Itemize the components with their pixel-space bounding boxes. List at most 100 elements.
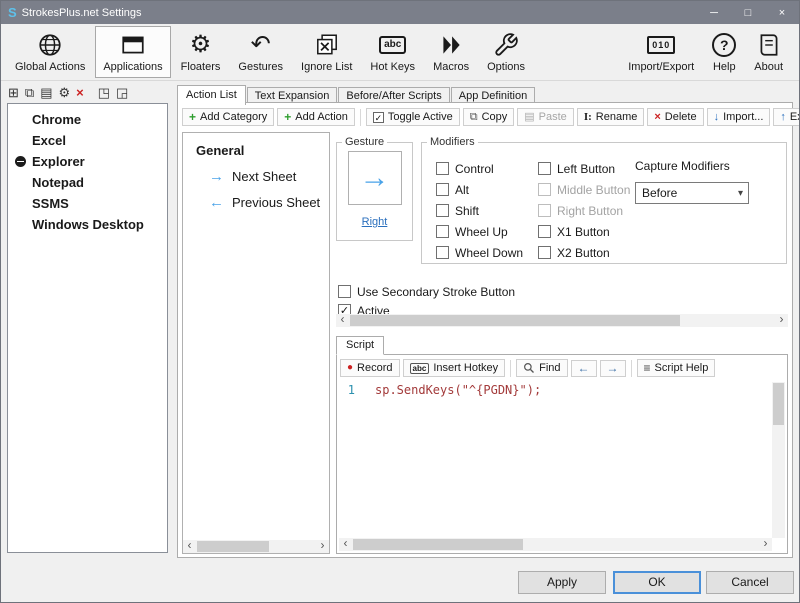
tab-script[interactable]: Script [336,336,384,355]
navigate-forward-button[interactable]: → [600,360,626,377]
toolbar-label: About [754,61,783,73]
scroll-left-icon[interactable]: ‹ [183,540,196,553]
app-list-item-explorer[interactable]: Explorer [8,151,167,172]
toolbar-global-actions[interactable]: Global Actions [7,26,93,78]
checkbox-label: Middle Button [557,183,630,197]
application-list[interactable]: Chrome Excel Explorer Notepad SSMS Windo… [7,103,168,553]
button-label: Insert Hotkey [433,362,498,374]
scroll-thumb[interactable] [350,315,680,326]
checkbox-control[interactable]: Control [436,158,523,179]
editor-vertical-scrollbar[interactable] [772,382,785,538]
abc-key-icon: abc [379,31,406,59]
cancel-button[interactable]: Cancel [706,571,794,594]
checkbox-label: Use Secondary Stroke Button [357,285,515,299]
checkbox-shift[interactable]: Shift [436,200,523,221]
app-list-item-chrome[interactable]: Chrome [8,109,167,130]
app-list-item-excel[interactable]: Excel [8,130,167,151]
restore-window-icon[interactable]: ◲ [116,85,128,100]
export-button[interactable]: ↑Export... [773,108,800,126]
gesture-right-link[interactable]: Right [337,216,412,228]
paste-button[interactable]: ▤Paste [517,108,574,126]
find-button[interactable]: Find [516,359,567,377]
toolbar-label: Ignore List [301,61,352,73]
checkbox-wheel-up[interactable]: Wheel Up [436,221,523,242]
toolbar-options[interactable]: Options [479,26,533,78]
scroll-right-icon[interactable]: › [759,538,772,551]
button-label: Find [539,362,560,374]
left-arrow-icon: ← [209,196,224,210]
ok-button[interactable]: OK [613,571,701,594]
toolbar-ignore-list[interactable]: Ignore List [293,26,360,78]
toolbar-label: Options [487,61,525,73]
settings-window: S StrokesPlus.net Settings ─ □ × Global … [0,0,800,603]
question-circle-icon: ? [712,31,736,59]
app-list-item-windows-desktop[interactable]: Windows Desktop [8,214,167,235]
app-list-item-ssms[interactable]: SSMS [8,193,167,214]
settings-icon[interactable]: ⚙ [59,85,71,100]
toolbar-gestures[interactable]: ↶ Gestures [230,26,291,78]
scroll-left-icon[interactable]: ‹ [339,538,352,551]
gesture-legend: Gesture [342,136,387,148]
toggle-active-button[interactable]: ✓Toggle Active [366,108,460,126]
scroll-thumb[interactable] [197,541,269,552]
scroll-left-icon[interactable]: ‹ [336,314,349,327]
tree-item-next-sheet[interactable]: → Next Sheet [183,169,329,184]
checkbox-wheel-down[interactable]: Wheel Down [436,242,523,263]
close-button[interactable]: × [765,1,799,24]
toolbar-import-export[interactable]: 010 Import/Export [620,26,702,78]
checkbox-x1-button[interactable]: X1 Button [538,221,630,242]
editor-horizontal-scrollbar[interactable]: ‹ › [339,538,772,551]
separator [510,360,511,377]
line-number: 1 [339,382,361,398]
minimize-button[interactable]: ─ [697,1,731,24]
collapse-icon[interactable] [15,156,26,167]
toolbar-about[interactable]: About [746,26,791,78]
insert-hotkey-button[interactable]: abcInsert Hotkey [403,359,506,377]
checkbox-icon: ✓ [373,112,384,123]
scroll-thumb[interactable] [353,539,523,550]
expand-window-icon[interactable]: ◳ [98,85,110,100]
button-label: Script Help [655,362,709,374]
checkbox-x2-button[interactable]: X2 Button [538,242,630,263]
separator [360,109,361,126]
script-help-button[interactable]: ≡Script Help [637,359,716,377]
checkbox-icon [436,204,449,217]
action-tree[interactable]: General → Next Sheet ← Previous Sheet ‹ … [182,132,330,554]
modifiers-column-2: Left Button Middle Button Right Button X… [538,158,630,263]
new-action-icon[interactable]: ⊞ [8,85,19,100]
scroll-thumb[interactable] [773,383,784,425]
paste-icon[interactable]: ▤ [40,85,52,100]
tree-item-previous-sheet[interactable]: ← Previous Sheet [183,195,329,210]
delete-icon[interactable]: × [76,85,84,100]
capture-modifiers-dropdown[interactable]: Before ▾ [635,182,749,204]
toolbar-floaters[interactable]: ⚙ Floaters [173,26,229,78]
toolbar-help[interactable]: ? Help [704,26,744,78]
add-action-button[interactable]: +Add Action [277,108,355,126]
toolbar-hot-keys[interactable]: abc Hot Keys [362,26,423,78]
checkbox-alt[interactable]: Alt [436,179,523,200]
add-category-button[interactable]: +Add Category [182,108,274,126]
tree-category-general[interactable]: General [183,133,329,158]
scroll-right-icon[interactable]: › [316,540,329,553]
apply-button[interactable]: Apply [518,571,606,594]
details-horizontal-scrollbar[interactable]: ‹ › [336,314,788,327]
tree-horizontal-scrollbar[interactable]: ‹ › [183,540,329,553]
delete-button[interactable]: ×Delete [647,108,703,126]
copy-icon[interactable]: ⧉ [25,85,34,100]
copy-button[interactable]: ⧉Copy [463,108,515,126]
scroll-right-icon[interactable]: › [775,314,788,327]
app-list-item-notepad[interactable]: Notepad [8,172,167,193]
navigate-back-button[interactable]: ← [571,360,597,377]
record-button[interactable]: ●Record [340,359,400,377]
window-title: StrokesPlus.net Settings [22,7,697,19]
toolbar-macros[interactable]: Macros [425,26,477,78]
maximize-button[interactable]: □ [731,1,765,24]
toolbar-applications[interactable]: Applications [95,26,170,78]
titlebar[interactable]: S StrokesPlus.net Settings ─ □ × [1,1,799,24]
checkbox-use-secondary-stroke-button[interactable]: Use Secondary Stroke Button [338,281,515,302]
script-editor[interactable]: 1 sp.SendKeys("^{PGDN}"); [339,382,772,538]
tab-action-list[interactable]: Action List [177,85,246,105]
rename-button[interactable]: I:Rename [577,108,645,126]
import-button[interactable]: ↓Import... [707,108,771,126]
checkbox-left-button[interactable]: Left Button [538,158,630,179]
